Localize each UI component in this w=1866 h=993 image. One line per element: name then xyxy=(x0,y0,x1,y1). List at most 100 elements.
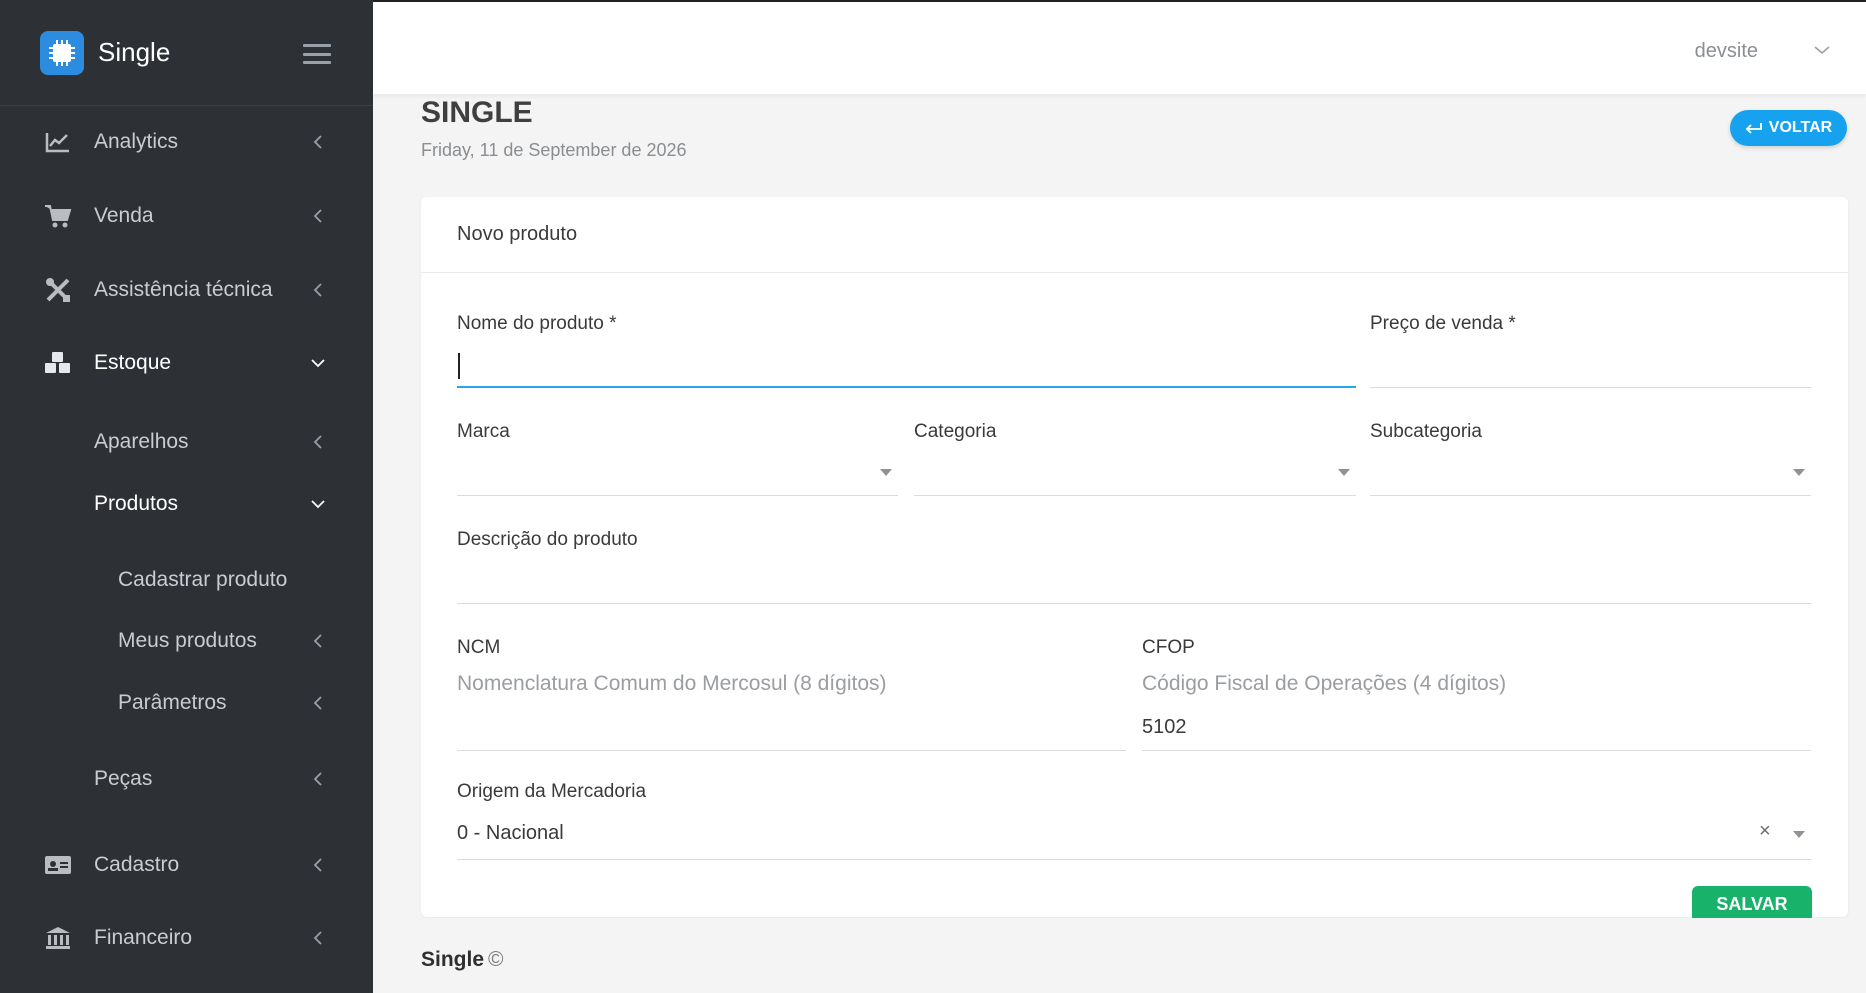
caret-down-icon xyxy=(880,469,892,476)
product-form-card: Novo produto Nome do produto * Preço de … xyxy=(421,197,1848,922)
cart-icon xyxy=(44,202,72,230)
sidebar-item-label: Parâmetros xyxy=(118,691,227,714)
subcategory-select[interactable]: Subcategoria xyxy=(1370,421,1811,499)
sidebar-item-cadastrar-produto[interactable]: Cadastrar produto xyxy=(0,560,373,600)
sidebar-item-estoque[interactable]: Estoque xyxy=(0,343,373,383)
chevron-left-icon xyxy=(311,772,325,786)
sidebar-item-label: Estoque xyxy=(94,351,172,374)
tools-icon xyxy=(44,276,72,304)
hamburger-menu-icon[interactable] xyxy=(303,44,331,64)
chevron-left-icon xyxy=(311,209,325,223)
field-label: Preço de venda * xyxy=(1370,313,1516,334)
field-underline xyxy=(457,750,1126,751)
footer-text: Single © xyxy=(421,948,504,972)
field-label: NCM xyxy=(457,637,501,658)
sidebar-item-label: Cadastrar produto xyxy=(118,568,288,591)
sidebar-item-label: Assistência técnica xyxy=(94,278,273,301)
sidebar-item-meus-produtos[interactable]: Meus produtos xyxy=(0,621,373,661)
field-underline xyxy=(457,495,898,496)
save-button[interactable]: SALVAR xyxy=(1692,886,1812,922)
ncm-placeholder: Nomenclatura Comum do Mercosul (8 dígito… xyxy=(457,672,887,695)
field-label: CFOP xyxy=(1142,637,1195,658)
sidebar-item-venda[interactable]: Venda xyxy=(0,196,373,236)
footer: Single © xyxy=(373,918,1866,993)
field-label: Categoria xyxy=(914,421,997,442)
back-button[interactable]: VOLTAR xyxy=(1730,110,1847,146)
sidebar: Single Analytics Venda Assistência técni… xyxy=(0,0,373,993)
chevron-left-icon xyxy=(311,634,325,648)
field-underline xyxy=(457,386,1356,388)
description-field[interactable]: Descrição do produto xyxy=(457,529,1811,607)
origin-value: 0 - Nacional xyxy=(457,822,564,844)
sidebar-item-label: Cadastro xyxy=(94,853,180,876)
brand-select[interactable]: Marca xyxy=(457,421,898,499)
sidebar-item-parametros[interactable]: Parâmetros xyxy=(0,683,373,723)
sidebar-item-analytics[interactable]: Analytics xyxy=(0,122,373,162)
id-card-icon xyxy=(44,851,72,879)
page-title: SINGLE xyxy=(421,96,533,129)
caret-down-icon xyxy=(1793,469,1805,476)
caret-down-icon xyxy=(1338,469,1350,476)
topbar: devsite xyxy=(373,2,1866,94)
chevron-down-icon[interactable] xyxy=(1814,42,1830,60)
ncm-field[interactable]: NCM Nomenclatura Comum do Mercosul (8 dí… xyxy=(457,637,1126,754)
cfop-placeholder: Código Fiscal de Operações (4 dígitos) xyxy=(1142,672,1507,695)
sidebar-item-financeiro[interactable]: Financeiro xyxy=(0,918,373,958)
price-field[interactable]: Preço de venda * xyxy=(1370,313,1811,391)
sidebar-item-label: Meus produtos xyxy=(118,629,257,652)
clear-selection-icon[interactable]: × xyxy=(1759,820,1771,843)
chevron-left-icon xyxy=(311,696,325,710)
sidebar-item-label: Financeiro xyxy=(94,926,193,949)
field-underline xyxy=(914,495,1356,496)
field-label: Subcategoria xyxy=(1370,421,1482,442)
sidebar-item-cadastro[interactable]: Cadastro xyxy=(0,845,373,885)
copyright-symbol: © xyxy=(488,948,504,971)
caret-down-icon xyxy=(1793,831,1805,838)
chevron-left-icon xyxy=(311,931,325,945)
sidebar-item-label: Venda xyxy=(94,204,154,227)
field-underline xyxy=(457,859,1811,860)
chip-logo-icon[interactable] xyxy=(40,30,84,75)
return-arrow-icon xyxy=(1745,123,1762,134)
field-underline xyxy=(1142,750,1811,751)
field-label: Origem da Mercadoria xyxy=(457,781,647,802)
chevron-left-icon xyxy=(311,135,325,149)
field-label: Descrição do produto xyxy=(457,529,638,550)
chevron-down-icon xyxy=(311,356,325,370)
bank-icon xyxy=(44,924,72,952)
sidebar-item-label: Analytics xyxy=(94,130,179,153)
user-menu-name[interactable]: devsite xyxy=(1695,40,1758,63)
card-title: Novo produto xyxy=(457,223,578,245)
field-underline xyxy=(457,603,1811,604)
product-name-field[interactable]: Nome do produto * xyxy=(457,313,1356,391)
sidebar-item-produtos[interactable]: Produtos xyxy=(0,484,373,524)
chevron-left-icon xyxy=(311,858,325,872)
field-label: Nome do produto * xyxy=(457,313,617,334)
sidebar-item-aparelhos[interactable]: Aparelhos xyxy=(0,422,373,462)
save-button-label: SALVAR xyxy=(1716,894,1788,914)
cfop-value: 5102 xyxy=(1142,716,1187,738)
text-cursor xyxy=(458,353,460,379)
footer-brand: Single xyxy=(421,948,485,971)
divider xyxy=(421,272,1848,273)
brand: Single xyxy=(0,0,373,106)
chevron-left-icon xyxy=(311,283,325,297)
chevron-down-icon xyxy=(311,497,325,511)
back-button-label: VOLTAR xyxy=(1768,119,1833,136)
category-select[interactable]: Categoria xyxy=(914,421,1356,499)
sidebar-item-label: Produtos xyxy=(94,492,179,515)
field-underline xyxy=(1370,495,1811,496)
sidebar-item-label: Aparelhos xyxy=(94,430,189,453)
origin-select[interactable]: Origem da Mercadoria 0 - Nacional × xyxy=(457,781,1811,863)
chart-icon xyxy=(44,128,72,156)
page-date: Friday, 11 de September de 2026 xyxy=(421,140,687,160)
sidebar-item-assistencia[interactable]: Assistência técnica xyxy=(0,270,373,310)
sidebar-item-label: Peças xyxy=(94,767,153,790)
field-underline xyxy=(1370,387,1811,388)
field-label: Marca xyxy=(457,421,510,442)
chevron-left-icon xyxy=(311,435,325,449)
cfop-field[interactable]: CFOP Código Fiscal de Operações (4 dígit… xyxy=(1142,637,1811,754)
boxes-icon xyxy=(44,349,72,377)
sidebar-item-pecas[interactable]: Peças xyxy=(0,759,373,799)
brand-name[interactable]: Single xyxy=(98,37,170,68)
